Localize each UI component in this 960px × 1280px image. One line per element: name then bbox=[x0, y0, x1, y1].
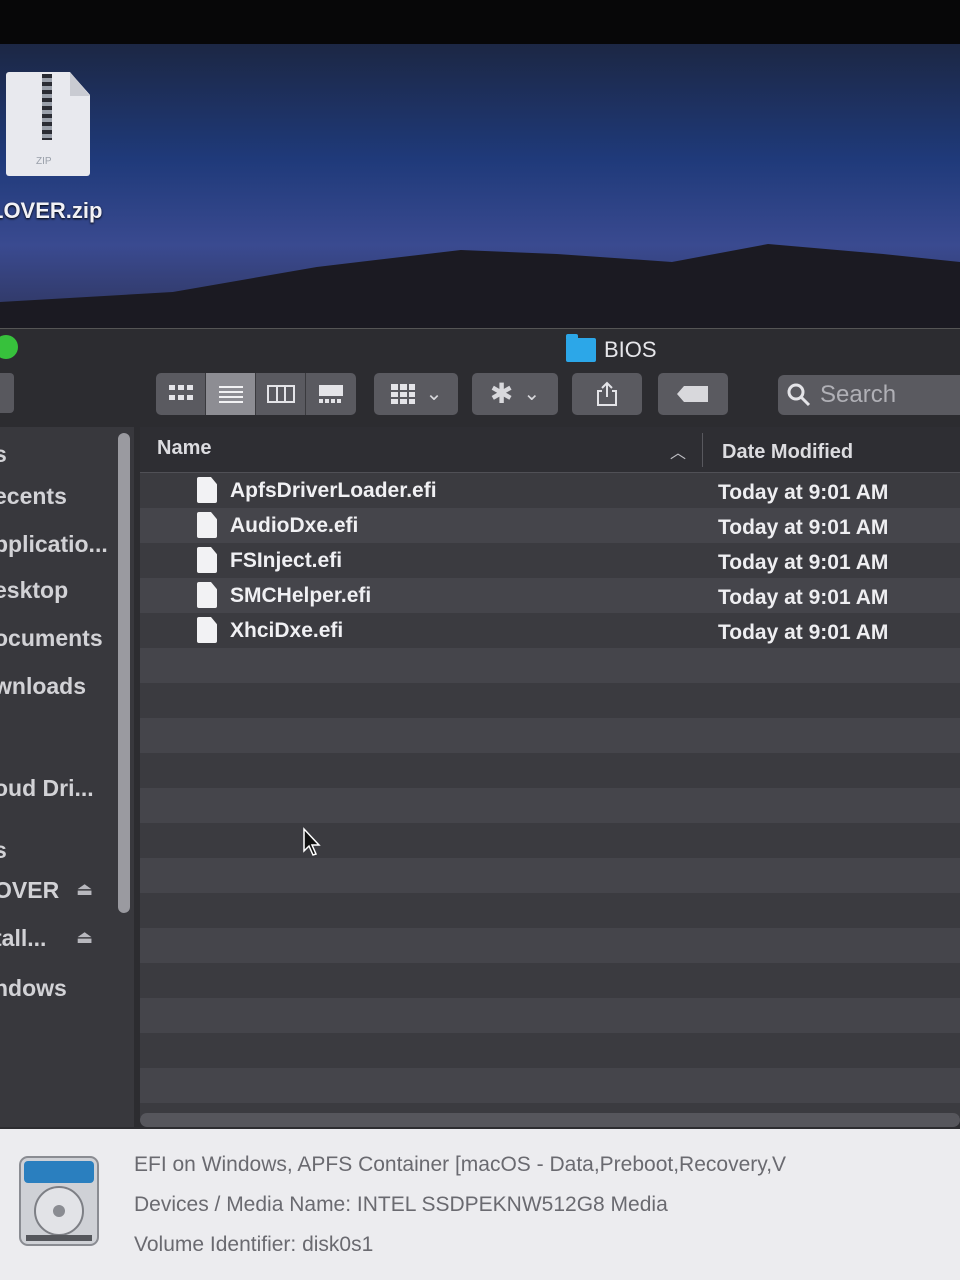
file-name: ApfsDriverLoader.efi bbox=[230, 479, 437, 502]
desktop-file-label[interactable]: LOVER.zip bbox=[0, 198, 102, 224]
device-media-name: Devices / Media Name: INTEL SSDPEKNW512G… bbox=[134, 1193, 668, 1216]
back-forward-button[interactable] bbox=[0, 373, 14, 413]
desktop-wallpaper bbox=[0, 44, 960, 332]
grid-icon bbox=[168, 385, 193, 400]
sidebar-item-desktop[interactable]: esktop bbox=[0, 577, 68, 604]
icon-view-button[interactable] bbox=[156, 373, 206, 415]
list-view-button[interactable] bbox=[206, 373, 256, 415]
title-bar[interactable]: BIOS bbox=[0, 329, 960, 371]
file-row[interactable]: FSInject.efi Today at 9:01 AM bbox=[140, 543, 960, 578]
chevron-down-icon: ⌄ bbox=[523, 383, 541, 405]
sidebar: s ecents pplicatio... esktop ocuments wn… bbox=[0, 427, 134, 1127]
file-date: Today at 9:01 AM bbox=[718, 586, 889, 609]
folder-icon bbox=[566, 334, 596, 362]
view-switcher bbox=[156, 373, 356, 415]
document-icon bbox=[197, 617, 217, 643]
file-row[interactable]: SMCHelper.efi Today at 9:01 AM bbox=[140, 578, 960, 613]
eject-icon[interactable]: ⏏ bbox=[76, 879, 93, 900]
sidebar-item-icloud-drive[interactable]: oud Dri... bbox=[0, 775, 94, 802]
file-date: Today at 9:01 AM bbox=[718, 621, 889, 644]
zip-tag: ZIP bbox=[36, 156, 52, 167]
toolbar: ⌄ ✱ ⌄ bbox=[0, 371, 960, 427]
share-icon bbox=[597, 381, 617, 406]
hard-disk-icon bbox=[19, 1156, 99, 1246]
sidebar-item-applications[interactable]: pplicatio... bbox=[0, 531, 108, 558]
document-icon bbox=[197, 547, 217, 573]
gallery-view-button[interactable] bbox=[306, 373, 356, 415]
file-name: SMCHelper.efi bbox=[230, 584, 372, 607]
file-date: Today at 9:01 AM bbox=[718, 551, 889, 574]
path-info-panel: EFI on Windows, APFS Container [macOS - … bbox=[0, 1129, 960, 1280]
zip-zipper-icon bbox=[42, 74, 52, 140]
file-name: XhciDxe.efi bbox=[230, 619, 344, 642]
column-view-button[interactable] bbox=[256, 373, 306, 415]
document-icon bbox=[197, 512, 217, 538]
name-column-header[interactable]: Name bbox=[157, 437, 211, 460]
tags-button[interactable] bbox=[658, 373, 728, 415]
date-modified-column-header[interactable]: Date Modified bbox=[722, 441, 853, 464]
sidebar-section-favorites: s bbox=[0, 441, 7, 467]
search-input[interactable] bbox=[820, 381, 960, 409]
eject-icon[interactable]: ⏏ bbox=[76, 927, 93, 948]
gear-icon: ✱ bbox=[489, 378, 514, 409]
window-title-text: BIOS bbox=[604, 337, 657, 362]
gallery-icon bbox=[319, 385, 343, 403]
sort-ascending-icon: ︿ bbox=[670, 445, 687, 462]
finder-window: BIOS ⌄ ✱ ⌄ Search s ecents pplicatio... … bbox=[0, 328, 960, 1280]
tag-icon bbox=[677, 386, 708, 402]
chevron-down-icon: ⌄ bbox=[425, 383, 443, 405]
list-icon bbox=[218, 386, 243, 403]
search-icon bbox=[787, 383, 811, 407]
sidebar-item-downloads[interactable]: wnloads bbox=[0, 673, 86, 700]
window-title: BIOS bbox=[566, 334, 657, 363]
file-row[interactable]: AudioDxe.efi Today at 9:01 AM bbox=[140, 508, 960, 543]
zoom-button[interactable] bbox=[0, 335, 18, 359]
sidebar-section-locations: s bbox=[0, 837, 7, 863]
file-date: Today at 9:01 AM bbox=[718, 516, 889, 539]
horizontal-scrollbar[interactable] bbox=[140, 1113, 960, 1127]
sidebar-scrollbar[interactable] bbox=[118, 433, 130, 913]
sidebar-item-windows-volume[interactable]: ndows bbox=[0, 975, 67, 1002]
top-menu-strip bbox=[0, 0, 960, 44]
column-divider[interactable] bbox=[702, 433, 703, 467]
action-menu-button[interactable]: ✱ ⌄ bbox=[472, 373, 558, 415]
column-header: Name ︿ Date Modified bbox=[140, 427, 960, 473]
document-icon bbox=[197, 582, 217, 608]
mouse-pointer-icon bbox=[303, 827, 321, 856]
file-list: Name ︿ Date Modified ApfsDriverLoader.ef… bbox=[140, 427, 960, 1117]
sidebar-item-clover-volume[interactable]: OVER bbox=[0, 877, 59, 904]
columns-icon bbox=[266, 385, 295, 403]
file-name: FSInject.efi bbox=[230, 549, 343, 572]
share-button[interactable] bbox=[572, 373, 642, 415]
sidebar-item-documents[interactable]: ocuments bbox=[0, 625, 103, 652]
volume-description: EFI on Windows, APFS Container [macOS - … bbox=[134, 1153, 787, 1176]
wallpaper-mountain bbox=[0, 244, 960, 332]
grid-group-icon bbox=[390, 384, 415, 404]
search-field[interactable] bbox=[778, 375, 960, 415]
sidebar-item-install-volume[interactable]: tall... bbox=[0, 925, 46, 952]
file-row[interactable]: XhciDxe.efi Today at 9:01 AM bbox=[140, 613, 960, 648]
file-date: Today at 9:01 AM bbox=[718, 481, 889, 504]
file-row[interactable]: ApfsDriverLoader.efi Today at 9:01 AM bbox=[140, 473, 960, 508]
file-name: AudioDxe.efi bbox=[230, 514, 359, 537]
group-by-button[interactable]: ⌄ bbox=[374, 373, 458, 415]
sidebar-item-recents[interactable]: ecents bbox=[0, 483, 67, 510]
volume-identifier: Volume Identifier: disk0s1 bbox=[134, 1233, 374, 1256]
document-icon bbox=[197, 477, 217, 503]
